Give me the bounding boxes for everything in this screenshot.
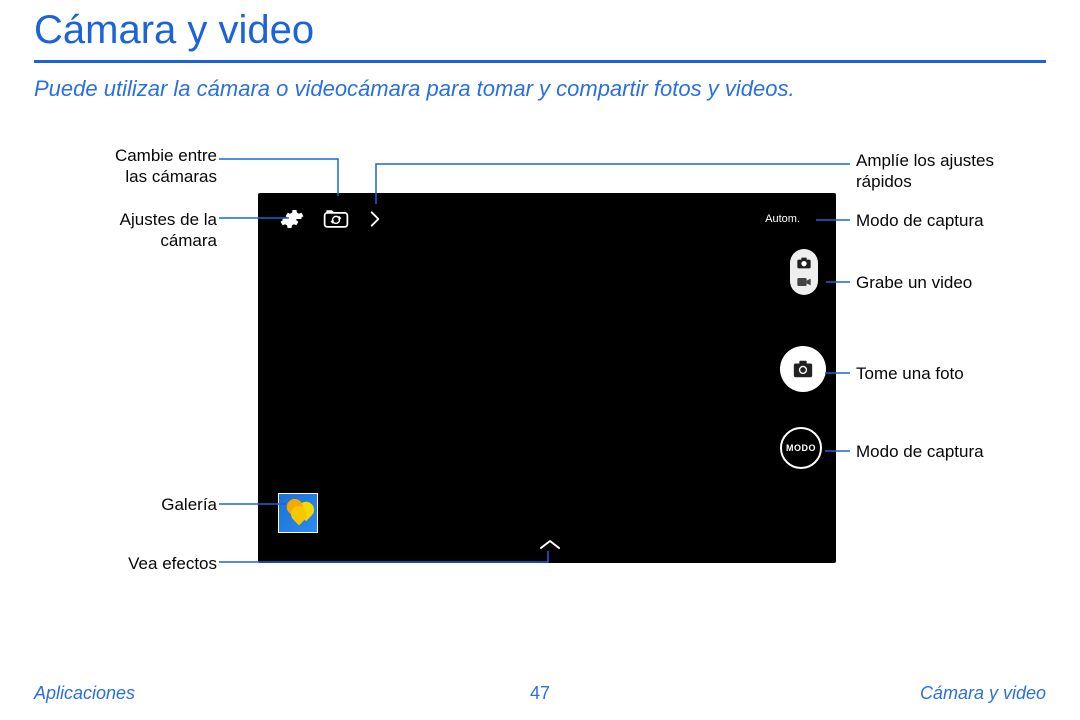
camera-icon xyxy=(792,358,814,380)
shutter-button[interactable] xyxy=(780,346,826,392)
page-title: Cámara y video xyxy=(34,8,314,53)
gallery-thumbnail[interactable] xyxy=(278,493,318,533)
capture-mode-indicator[interactable]: Autom. xyxy=(765,213,800,225)
label-capture-mode-top: Modo de captura xyxy=(856,210,1036,231)
label-switch-cameras: Cambie entre las cámaras xyxy=(97,145,217,188)
label-expand-quick-settings: Amplíe los ajustes rápidos xyxy=(856,150,1026,193)
chevron-right-icon[interactable] xyxy=(366,207,384,231)
camera-mini-icon xyxy=(796,256,812,270)
label-view-effects: Vea efectos xyxy=(97,553,217,574)
switch-camera-icon[interactable] xyxy=(322,207,350,231)
label-camera-settings: Ajustes de la cámara xyxy=(97,209,217,252)
chevron-up-icon[interactable] xyxy=(538,537,562,551)
label-capture-mode-bottom: Modo de captura xyxy=(856,441,1036,462)
camera-screenshot: Autom. MODO xyxy=(258,193,836,563)
footer-page-number: 47 xyxy=(0,683,1080,704)
gear-icon[interactable] xyxy=(280,207,304,231)
page-subtitle: Puede utilizar la cámara o videocámara p… xyxy=(34,76,795,102)
video-mini-icon xyxy=(796,275,812,289)
label-take-photo: Tome una foto xyxy=(856,363,1036,384)
mode-button[interactable]: MODO xyxy=(780,427,822,469)
title-rule xyxy=(34,60,1046,63)
label-record-video: Grabe un video xyxy=(856,272,1036,293)
photo-video-toggle[interactable] xyxy=(790,249,818,295)
label-gallery: Galería xyxy=(97,494,217,515)
footer-topic: Cámara y video xyxy=(920,683,1046,704)
page-footer: Aplicaciones 47 Cámara y video xyxy=(0,680,1080,704)
